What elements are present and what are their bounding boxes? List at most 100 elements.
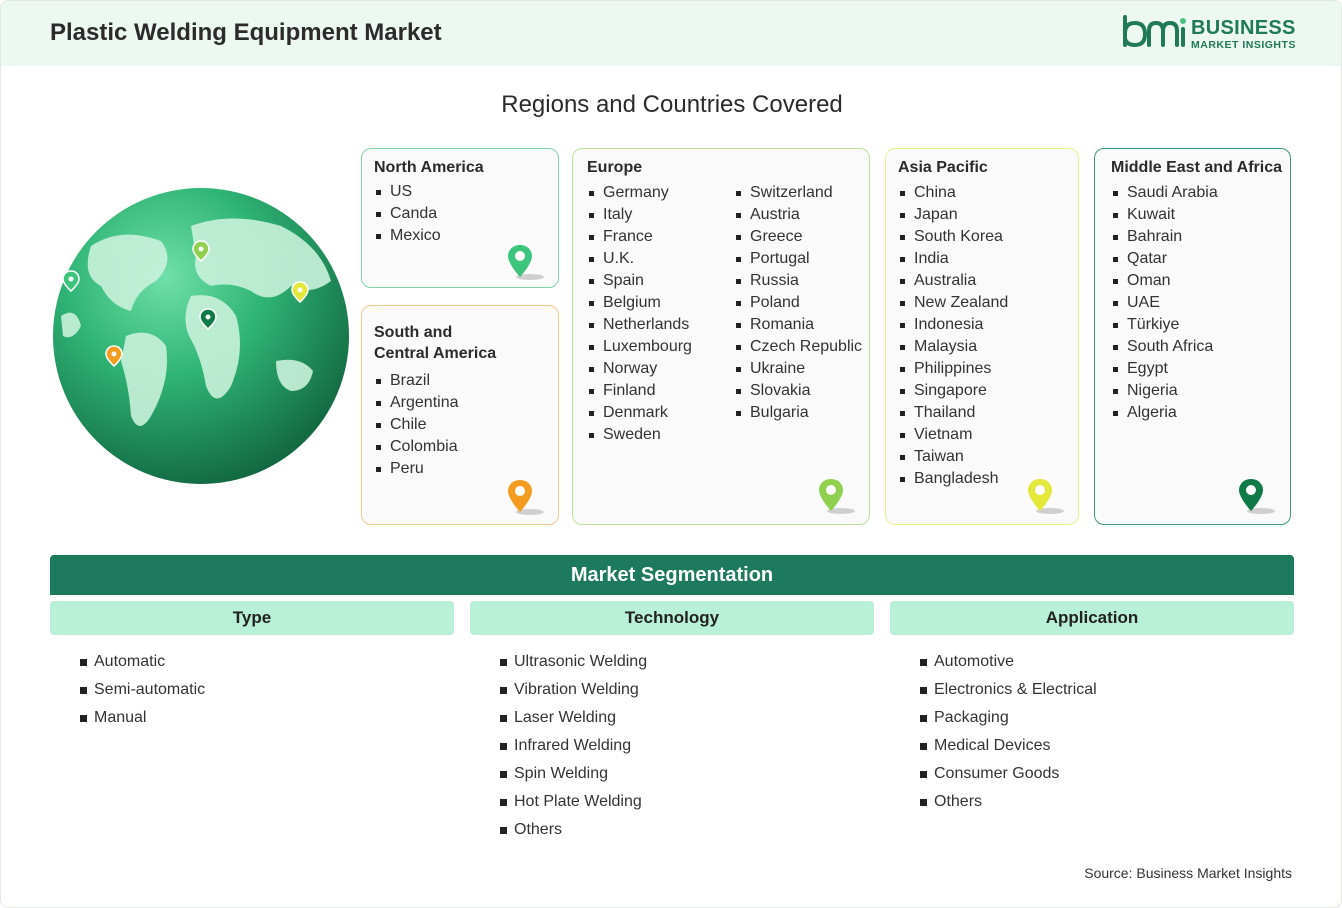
source-note: Source: Business Market Insights <box>1084 865 1292 881</box>
bmi-logo-mark <box>1123 15 1186 48</box>
segment-item: Hot Plate Welding <box>500 791 647 819</box>
country-item: Finland <box>587 380 692 402</box>
country-list: Saudi Arabia Kuwait Bahrain Qatar Oman U… <box>1111 182 1218 424</box>
page-title: Plastic Welding Equipment Market <box>50 19 442 46</box>
country-item: Greece <box>734 226 862 248</box>
region-name: North America <box>374 159 484 176</box>
country-item: Philippines <box>898 358 1008 380</box>
region-card-north-america: North America US Canda Mexico <box>361 148 559 288</box>
segment-item: Ultrasonic Welding <box>500 651 647 679</box>
country-item: Netherlands <box>587 314 692 336</box>
segment-item: Others <box>500 819 647 847</box>
segment-list-technology: Ultrasonic Welding Vibration Welding Las… <box>500 651 647 847</box>
country-item: Singapore <box>898 380 1008 402</box>
segment-item: Laser Welding <box>500 707 647 735</box>
country-item: Poland <box>734 292 862 314</box>
country-list: China Japan South Korea India Australia … <box>898 182 1008 490</box>
segment-item: Packaging <box>920 707 1097 735</box>
country-item: Sweden <box>587 424 692 446</box>
region-card-middle-east-africa: Middle East and Africa Saudi Arabia Kuwa… <box>1094 148 1291 525</box>
country-item: Portugal <box>734 248 862 270</box>
header: Plastic Welding Equipment Market BUSINES… <box>1 1 1341 66</box>
country-item: Oman <box>1111 270 1218 292</box>
country-item: Colombia <box>374 436 459 458</box>
country-item: Thailand <box>898 402 1008 424</box>
country-item: Czech Republic <box>734 336 862 358</box>
region-card-south-central-america: South and Central America Brazil Argenti… <box>361 305 559 525</box>
segment-list-type: Automatic Semi-automatic Manual <box>80 651 205 735</box>
infographic-frame: Plastic Welding Equipment Market BUSINES… <box>0 0 1342 908</box>
region-name: Middle East and Africa <box>1111 159 1282 176</box>
country-item: Spain <box>587 270 692 292</box>
logo-text-primary: BUSINESS <box>1191 17 1296 39</box>
country-item: Kuwait <box>1111 204 1218 226</box>
segmentation-title: Market Segmentation <box>50 555 1294 595</box>
country-item: US <box>374 181 441 203</box>
region-name: South and Central America <box>374 322 496 364</box>
country-item: Bahrain <box>1111 226 1218 248</box>
segment-header-application: Application <box>890 601 1294 635</box>
country-item: Peru <box>374 458 459 480</box>
segment-item: Electronics & Electrical <box>920 679 1097 707</box>
segment-header-type: Type <box>50 601 454 635</box>
segment-item: Spin Welding <box>500 763 647 791</box>
region-name-line2: Central America <box>374 345 497 362</box>
country-item: Norway <box>587 358 692 380</box>
segment-item: Automotive <box>920 651 1097 679</box>
country-item: Denmark <box>587 402 692 424</box>
location-pin-icon <box>1028 479 1064 514</box>
country-item: India <box>898 248 1008 270</box>
country-item: Saudi Arabia <box>1111 182 1218 204</box>
country-item: Bulgaria <box>734 402 862 424</box>
country-item: Slovakia <box>734 380 862 402</box>
segment-list-application: Automotive Electronics & Electrical Pack… <box>920 651 1097 819</box>
segment-item: Medical Devices <box>920 735 1097 763</box>
country-item: Algeria <box>1111 402 1218 424</box>
country-list: Brazil Argentina Chile Colombia Peru <box>374 370 459 480</box>
segment-item: Manual <box>80 707 205 735</box>
segment-item: Vibration Welding <box>500 679 647 707</box>
country-item: South Africa <box>1111 336 1218 358</box>
country-item: Brazil <box>374 370 459 392</box>
country-list: US Canda Mexico <box>374 181 441 247</box>
segment-item: Infrared Welding <box>500 735 647 763</box>
region-name: Europe <box>587 159 643 176</box>
country-item: UAE <box>1111 292 1218 314</box>
segment-item: Automatic <box>80 651 205 679</box>
region-name: Asia Pacific <box>898 159 988 176</box>
country-item: Türkiye <box>1111 314 1218 336</box>
location-pin-icon <box>508 245 544 280</box>
country-item: Indonesia <box>898 314 1008 336</box>
country-item: Germany <box>587 182 692 204</box>
country-item: Malaysia <box>898 336 1008 358</box>
globe-illustration <box>53 188 349 484</box>
country-item: Russia <box>734 270 862 292</box>
country-item: Bangladesh <box>898 468 1008 490</box>
country-item: Qatar <box>1111 248 1218 270</box>
country-list-col2: Switzerland Austria Greece Portugal Russ… <box>734 182 862 424</box>
country-item: Nigeria <box>1111 380 1218 402</box>
location-pin-icon <box>1239 479 1275 514</box>
country-item: China <box>898 182 1008 204</box>
region-name-line1: South and <box>374 324 453 341</box>
country-item: Taiwan <box>898 446 1008 468</box>
country-item: Canda <box>374 203 441 225</box>
regions-title: Regions and Countries Covered <box>501 91 843 118</box>
country-item: New Zealand <box>898 292 1008 314</box>
country-item: Romania <box>734 314 862 336</box>
country-item: Mexico <box>374 225 441 247</box>
location-pin-icon <box>819 479 855 514</box>
brand-logo: BUSINESS MARKET INSIGHTS <box>1121 15 1301 55</box>
country-item: Egypt <box>1111 358 1218 380</box>
country-item: South Korea <box>898 226 1008 248</box>
segment-item: Semi-automatic <box>80 679 205 707</box>
country-item: Italy <box>587 204 692 226</box>
country-item: Chile <box>374 414 459 436</box>
country-item: U.K. <box>587 248 692 270</box>
country-item: Vietnam <box>898 424 1008 446</box>
country-item: Argentina <box>374 392 459 414</box>
country-item: France <box>587 226 692 248</box>
country-item: Switzerland <box>734 182 862 204</box>
country-item: Luxembourg <box>587 336 692 358</box>
country-item: Australia <box>898 270 1008 292</box>
